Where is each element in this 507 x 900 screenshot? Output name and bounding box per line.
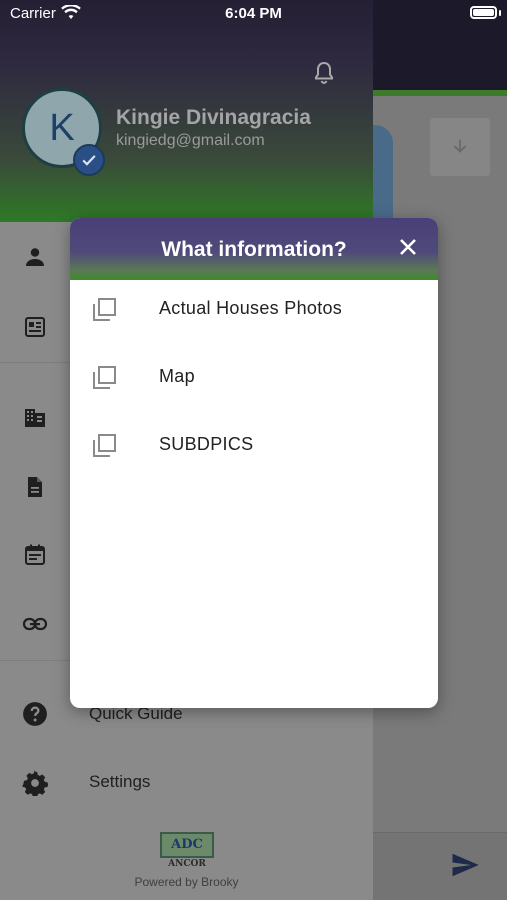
option-label: SUBDPICS (159, 434, 254, 454)
bell-icon (315, 61, 333, 85)
notifications-button[interactable] (312, 60, 336, 91)
logo-subtext: ANCOR (168, 859, 206, 869)
battery-tip (499, 10, 501, 16)
drawer-header: K Kingie Divinagracia kingiedg@gmail.com (0, 0, 373, 222)
drawer-item-settings[interactable] (22, 770, 48, 796)
close-icon (400, 239, 416, 255)
settings-label[interactable]: Settings (89, 772, 150, 792)
help-icon (23, 702, 47, 726)
option-label: Actual Houses Photos (159, 298, 343, 318)
drawer-item-profile[interactable] (22, 244, 48, 270)
download-icon (453, 139, 467, 153)
company-logo: ADC ANCOR (160, 832, 214, 872)
building-icon (25, 409, 45, 427)
user-email: kingiedg@gmail.com (116, 132, 265, 149)
dialog-title: What information? (161, 238, 347, 261)
powered-by-text: Powered by Brooky (134, 875, 239, 889)
drawer-item-calendar[interactable] (22, 542, 48, 568)
clock: 6:04 PM (225, 5, 282, 22)
calendar-icon (25, 544, 45, 565)
logo-mark: ADC (160, 832, 214, 858)
battery-icon (470, 6, 497, 19)
drawer-item-buildings[interactable] (22, 405, 48, 431)
dialog-header: What information? (70, 218, 438, 280)
drawer-item-quick-guide[interactable] (22, 701, 48, 727)
verified-badge (73, 144, 105, 176)
send-icon (452, 853, 479, 877)
user-name: Kingie Divinagracia (116, 106, 311, 129)
option-label: Map (159, 366, 195, 386)
copy-checkbox-icon[interactable] (90, 432, 118, 460)
background-header-stripe (373, 90, 507, 96)
avatar-initial: K (49, 106, 75, 149)
id-card-icon (25, 317, 45, 337)
gear-icon (22, 770, 48, 796)
option-subdpics[interactable]: SUBDPICS (70, 420, 438, 482)
person-icon (26, 248, 44, 266)
copy-checkbox-icon[interactable] (90, 364, 118, 392)
info-selection-dialog: What information? Actual Houses Photos M… (70, 218, 438, 708)
copy-checkbox-icon[interactable] (90, 296, 118, 324)
drawer-item-documents[interactable] (22, 474, 48, 500)
option-actual-houses-photos[interactable]: Actual Houses Photos (70, 284, 438, 346)
drawer-item-id[interactable] (22, 314, 48, 340)
document-icon (28, 477, 42, 497)
background-bottom-bar (373, 832, 507, 900)
send-button[interactable] (450, 850, 480, 885)
check-icon (82, 155, 96, 166)
download-button[interactable] (430, 118, 490, 176)
close-button[interactable] (396, 235, 420, 259)
drawer-item-links[interactable] (22, 611, 48, 637)
option-map[interactable]: Map (70, 352, 438, 414)
link-icon (22, 617, 48, 631)
status-bar: Carrier 6:04 PM (0, 0, 507, 28)
